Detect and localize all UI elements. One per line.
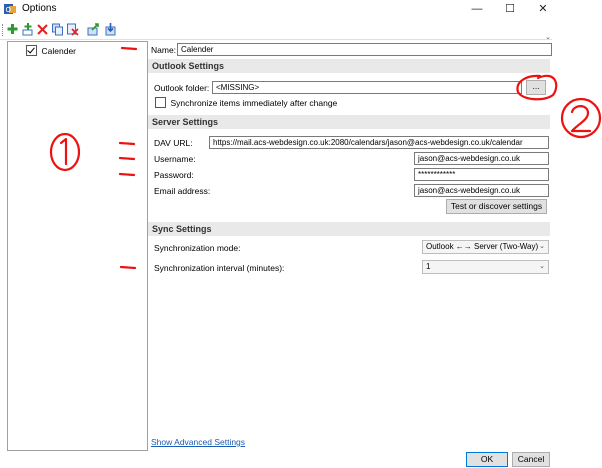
- annotation-number-two: [570, 105, 592, 133]
- annotation-dash-username: [118, 156, 136, 161]
- annotation-number-one: [59, 137, 68, 166]
- annotation-dash-name: [120, 46, 138, 51]
- annotation-dash-interval: [119, 265, 137, 270]
- annotation-overlay: [49, 46, 602, 270]
- annotation-dash-password: [118, 172, 136, 177]
- annotation-dash-dav: [118, 141, 136, 146]
- annotation-circle-browse: [516, 74, 558, 101]
